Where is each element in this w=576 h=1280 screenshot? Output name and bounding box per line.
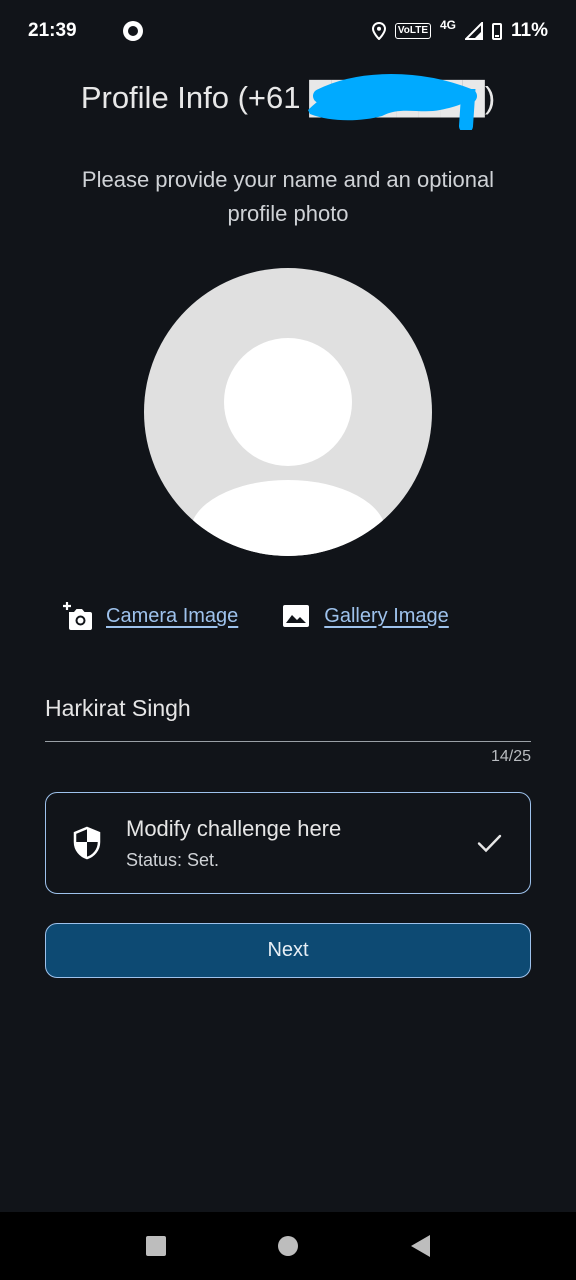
challenge-title: Modify challenge here bbox=[126, 815, 342, 841]
camera-image-option[interactable]: Camera Image bbox=[62, 600, 238, 632]
camera-image-link[interactable]: Camera Image bbox=[106, 605, 238, 628]
gallery-image-link[interactable]: Gallery Image bbox=[324, 605, 449, 628]
check-icon bbox=[477, 834, 502, 853]
name-input[interactable] bbox=[45, 690, 531, 741]
name-field bbox=[45, 690, 531, 742]
signal-icon bbox=[465, 22, 484, 40]
status-bar: 21:39 VoLTE 4G 11% bbox=[0, 0, 576, 62]
battery-icon bbox=[492, 22, 503, 40]
profile-avatar[interactable] bbox=[144, 268, 432, 556]
challenge-status: Status: Set. bbox=[126, 849, 220, 870]
status-time: 21:39 bbox=[28, 20, 77, 41]
whatsapp-notification-icon bbox=[122, 21, 143, 41]
avatar-body-shape bbox=[190, 480, 386, 556]
battery-level: 11% bbox=[511, 20, 548, 41]
shield-icon bbox=[73, 826, 101, 860]
system-navigation-bar bbox=[0, 1212, 576, 1280]
home-button[interactable] bbox=[278, 1236, 299, 1256]
avatar-head-shape bbox=[224, 338, 352, 466]
status-indicators: VoLTE 4G 11% bbox=[371, 18, 548, 42]
image-icon bbox=[283, 605, 310, 627]
back-button[interactable] bbox=[410, 1235, 430, 1257]
redaction-scribble bbox=[308, 74, 477, 130]
page-title: Profile Info (+61 ████████) bbox=[80, 80, 496, 115]
recents-button[interactable] bbox=[146, 1236, 167, 1256]
add-camera-icon bbox=[63, 602, 92, 630]
challenge-text: Modify challenge here Status: Set. bbox=[126, 816, 474, 871]
modify-challenge-card[interactable]: Modify challenge here Status: Set. bbox=[45, 792, 531, 894]
location-icon bbox=[371, 22, 386, 40]
network-type: 4G bbox=[440, 18, 457, 32]
name-char-counter: 14/25 bbox=[490, 748, 531, 765]
profile-info-screen: 21:39 VoLTE 4G 11% Profile Info (+61 ███… bbox=[0, 0, 576, 1280]
page-subtitle: Please provide your name and an optional… bbox=[81, 167, 495, 226]
volte-badge: VoLTE bbox=[394, 23, 431, 39]
image-source-options: Camera Image Gallery Image bbox=[62, 600, 449, 632]
gallery-image-option[interactable]: Gallery Image bbox=[280, 600, 449, 632]
next-button[interactable]: Next bbox=[45, 923, 531, 978]
